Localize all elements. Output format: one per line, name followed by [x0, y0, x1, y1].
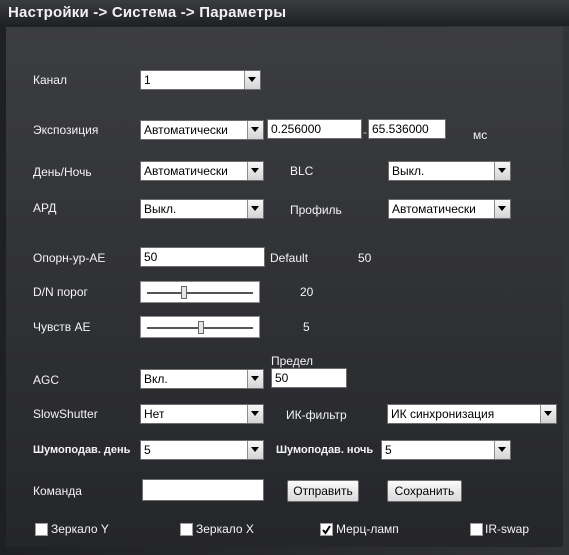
exposure-min-value: 0.256000: [271, 122, 322, 136]
agc-limit-input[interactable]: 50: [271, 368, 347, 388]
ae-ref-input[interactable]: 50: [140, 247, 265, 267]
nr-night-label: Шумоподав. ночь: [276, 444, 374, 456]
slider-thumb[interactable]: [181, 286, 187, 299]
dn-threshold-slider[interactable]: [140, 281, 260, 303]
dn-threshold-label: D/N порог: [33, 285, 88, 299]
channel-select[interactable]: 1: [140, 70, 261, 90]
slow-shutter-label: SlowShutter: [33, 407, 98, 421]
nr-night-select-value: 5: [385, 443, 392, 457]
ir-filter-label: ИК-фильтр: [286, 408, 347, 422]
mirror-y-label: Зеркало Y: [51, 522, 109, 536]
channel-select-value: 1: [144, 73, 151, 87]
mirror-x-checkbox[interactable]: [180, 523, 193, 536]
flicker-label: Мерц-ламп: [336, 522, 399, 536]
daynight-select-value: Автоматически: [144, 164, 228, 178]
chevron-down-icon[interactable]: [247, 121, 263, 139]
nr-day-select-value: 5: [144, 443, 151, 457]
chevron-down-icon[interactable]: [494, 162, 510, 180]
ard-label: АРД: [33, 201, 57, 215]
slider-track: [147, 292, 253, 294]
agc-select-value: Вкл.: [144, 372, 168, 386]
ae-ref-default-value: 50: [358, 251, 372, 265]
agc-limit-value: 50: [275, 371, 289, 385]
exposure-mode-select[interactable]: Автоматически: [140, 120, 264, 140]
command-input[interactable]: [142, 479, 264, 501]
ir-filter-select-value: ИК синхронизация: [391, 407, 495, 421]
flicker-checkbox[interactable]: [320, 523, 333, 536]
chevron-down-icon[interactable]: [247, 405, 263, 423]
profile-select[interactable]: Автоматически: [388, 199, 511, 219]
daynight-select[interactable]: Автоматически: [140, 161, 264, 181]
chevron-down-icon[interactable]: [244, 71, 260, 89]
exposure-unit: мс: [473, 128, 488, 142]
send-button[interactable]: Отправить: [287, 480, 359, 502]
channel-label: Канал: [33, 73, 67, 87]
checkmark-icon: [322, 525, 331, 535]
exposure-label: Экспозиция: [33, 123, 99, 137]
ae-sens-label: Чувств AE: [33, 320, 91, 334]
page-title: Настройки -> Система -> Параметры: [8, 4, 287, 21]
ir-swap-label: IR-swap: [485, 522, 530, 536]
command-label: Команда: [33, 484, 82, 498]
nr-day-select[interactable]: 5: [140, 440, 264, 460]
ard-select-value: Выкл.: [144, 202, 177, 216]
profile-select-value: Автоматически: [392, 202, 476, 216]
ir-filter-select[interactable]: ИК синхронизация: [387, 404, 557, 424]
ae-ref-default-label: Default: [270, 251, 309, 265]
chevron-down-icon[interactable]: [494, 441, 510, 459]
slow-shutter-select-value: Нет: [144, 407, 165, 421]
exposure-max-input[interactable]: 65.536000: [368, 119, 446, 139]
profile-label: Профиль: [290, 203, 342, 217]
chevron-down-icon[interactable]: [247, 441, 263, 459]
chevron-down-icon[interactable]: [247, 162, 263, 180]
ir-swap-checkbox[interactable]: [470, 523, 483, 536]
mirror-x-label: Зеркало X: [196, 522, 254, 536]
blc-label: BLC: [290, 164, 314, 178]
mirror-y-checkbox[interactable]: [35, 523, 48, 536]
settings-window: Настройки -> Система -> Параметры Канал …: [0, 0, 569, 555]
dn-threshold-value: 20: [300, 285, 314, 299]
exposure-mode-value: Автоматически: [144, 123, 228, 137]
chevron-down-icon[interactable]: [494, 200, 510, 218]
ae-sens-slider[interactable]: [140, 316, 260, 338]
daynight-label: День/Ночь: [33, 165, 92, 179]
exposure-max-value: 65.536000: [372, 122, 429, 136]
slow-shutter-select[interactable]: Нет: [140, 404, 264, 424]
chevron-down-icon[interactable]: [540, 405, 556, 423]
blc-select-value: Выкл.: [392, 164, 425, 178]
agc-label: AGC: [33, 373, 60, 387]
exposure-range-dash: -: [363, 125, 367, 139]
agc-limit-label: Предел: [271, 354, 313, 368]
ae-ref-label: Опорн-ур-AE: [33, 251, 106, 265]
title-bar: Настройки -> Система -> Параметры: [0, 0, 569, 26]
ae-ref-value: 50: [144, 250, 158, 264]
parameters-panel: [6, 27, 563, 547]
chevron-down-icon[interactable]: [247, 370, 263, 388]
nr-night-select[interactable]: 5: [381, 440, 511, 460]
agc-select[interactable]: Вкл.: [140, 369, 264, 389]
exposure-min-input[interactable]: 0.256000: [267, 119, 362, 139]
slider-thumb[interactable]: [198, 321, 204, 334]
save-button[interactable]: Сохранить: [387, 480, 462, 502]
ard-select[interactable]: Выкл.: [140, 199, 264, 219]
blc-select[interactable]: Выкл.: [388, 161, 511, 181]
chevron-down-icon[interactable]: [247, 200, 263, 218]
ae-sens-value: 5: [303, 320, 310, 334]
nr-day-label: Шумоподав. день: [33, 444, 131, 456]
